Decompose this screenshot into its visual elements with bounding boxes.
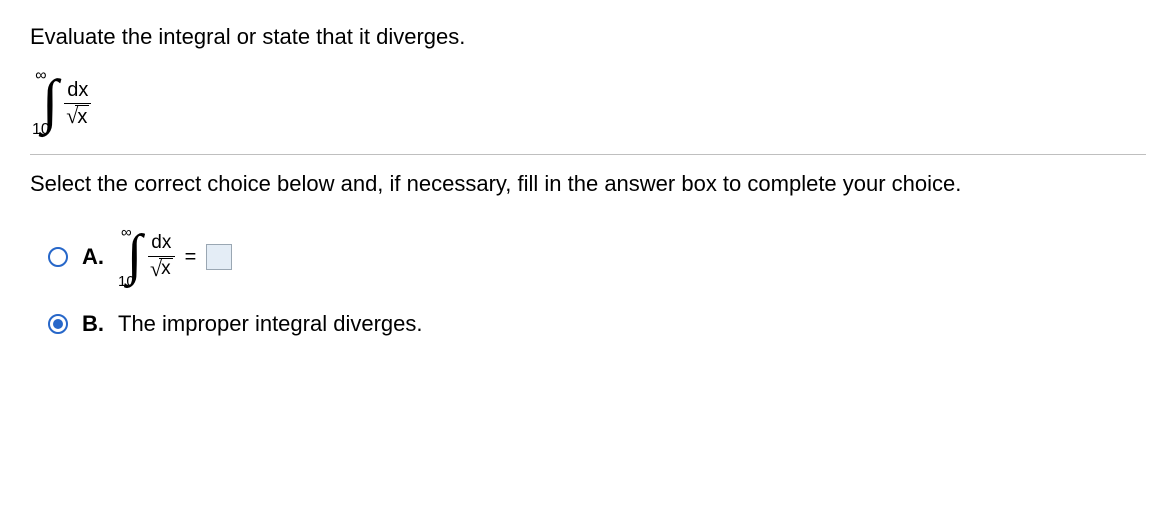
instruction-text: Select the correct choice below and, if … [30, 171, 1146, 197]
choice-b-row: B. The improper integral diverges. [48, 311, 1146, 337]
question-prompt: Evaluate the integral or state that it d… [30, 24, 1146, 50]
choice-a-integrand: dx √ x [148, 232, 175, 283]
choice-a-answer-input[interactable] [206, 244, 232, 270]
section-divider [30, 154, 1146, 155]
choice-b-radio[interactable] [48, 314, 68, 334]
choice-a-denominator: √ x [148, 256, 175, 283]
choice-b-text: The improper integral diverges. [118, 311, 422, 337]
integral-sign-icon: ∫ [42, 79, 58, 124]
integrand-fraction: dx √ x [64, 78, 91, 129]
choice-b-label: B. [82, 311, 106, 337]
choice-a-radicand: x [159, 258, 173, 280]
numerator: dx [65, 78, 90, 103]
integral-sign-icon: ∫ [127, 234, 142, 276]
choice-a-numerator: dx [149, 232, 173, 256]
choice-a-label: A. [82, 244, 106, 270]
choice-a-radio[interactable] [48, 247, 68, 267]
choice-a-integral: ∞ 10 ∫ dx √ x [118, 225, 175, 289]
question-integral: ∞ 10 ∫ dx √ x [32, 68, 1146, 138]
equals-sign: = [185, 246, 197, 269]
radicand: x [75, 105, 89, 128]
choices-group: A. ∞ 10 ∫ dx √ x = [48, 225, 1146, 337]
denominator: √ x [64, 103, 91, 129]
choice-a-row: A. ∞ 10 ∫ dx √ x = [48, 225, 1146, 289]
